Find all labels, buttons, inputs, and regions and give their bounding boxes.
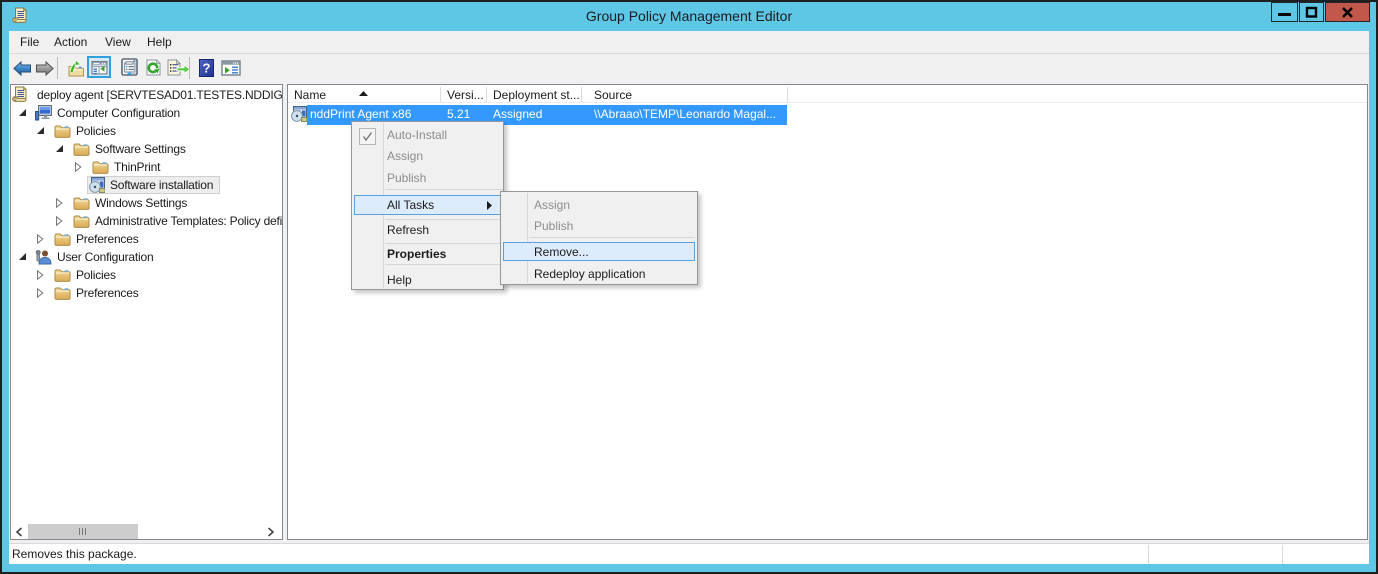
svg-text:?: ?: [203, 61, 211, 76]
